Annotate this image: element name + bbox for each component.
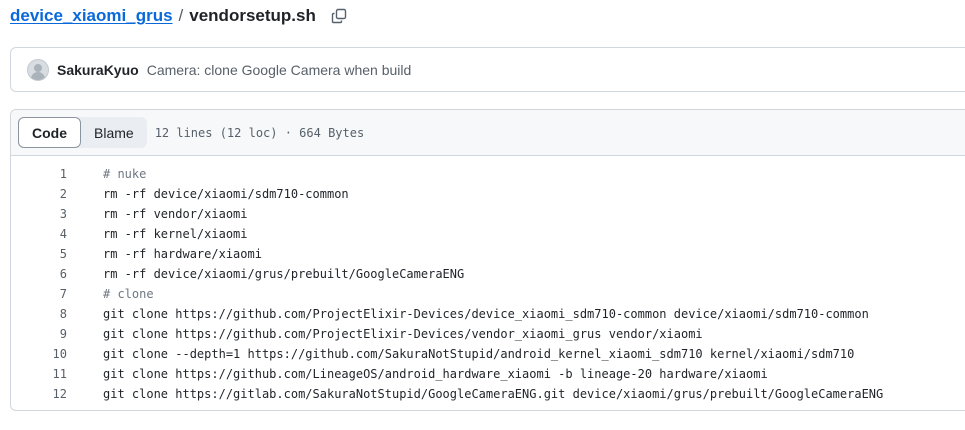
repo-link[interactable]: device_xiaomi_grus — [10, 6, 173, 26]
line-number[interactable]: 10 — [11, 347, 67, 361]
line-number[interactable]: 2 — [11, 187, 67, 201]
code-line: 3 rm -rf vendor/xiaomi — [11, 204, 965, 224]
code-line: 9 git clone https://github.com/ProjectEli… — [11, 324, 965, 344]
file-header: Code Blame 12 lines (12 loc) · 664 Bytes — [11, 110, 965, 156]
code-listing: 1 # nuke 2 rm -rf device/xiaomi/sdm710-comm… — [11, 156, 965, 404]
code-line: 8 git clone https://github.com/ProjectEli… — [11, 304, 965, 324]
line-number[interactable]: 3 — [11, 207, 67, 221]
file-viewer: Code Blame 12 lines (12 loc) · 664 Bytes… — [10, 109, 965, 411]
line-content: rm -rf vendor/xiaomi — [103, 207, 248, 221]
view-toggle: Code Blame — [18, 117, 147, 148]
line-content: rm -rf kernel/xiaomi — [103, 227, 248, 241]
line-content: rm -rf device/xiaomi/grus/prebuilt/Googl… — [103, 267, 465, 281]
code-line: 4 rm -rf kernel/xiaomi — [11, 224, 965, 244]
code-line: 12 git clone https://gitlab.com/SakuraNot… — [11, 384, 965, 404]
line-number[interactable]: 1 — [11, 167, 67, 181]
breadcrumb-separator: / — [178, 6, 184, 25]
line-content: git clone --depth=1 https://github.com/S… — [103, 347, 855, 361]
line-number[interactable]: 9 — [11, 327, 67, 341]
line-content: # nuke — [103, 167, 147, 181]
line-number[interactable]: 12 — [11, 387, 67, 401]
tab-code[interactable]: Code — [18, 117, 81, 148]
tab-blame[interactable]: Blame — [81, 117, 147, 148]
code-line: 11 git clone https://github.com/LineageOS… — [11, 364, 965, 384]
line-content: # clone — [103, 287, 154, 301]
breadcrumb: device_xiaomi_grus / vendorsetup.sh — [10, 3, 350, 29]
latest-commit: SakuraKyuo Camera: clone Google Camera w… — [10, 47, 965, 92]
line-number[interactable]: 7 — [11, 287, 67, 301]
line-content: rm -rf device/xiaomi/sdm710-common — [103, 187, 349, 201]
line-content: git clone https://gitlab.com/SakuraNotSt… — [103, 387, 884, 401]
line-content: git clone https://github.com/ProjectElix… — [103, 327, 703, 341]
code-line: 7 # clone — [11, 284, 965, 304]
line-number[interactable]: 5 — [11, 247, 67, 261]
copy-path-button[interactable] — [328, 5, 350, 27]
line-content: git clone https://github.com/ProjectElix… — [103, 307, 869, 321]
line-content: git clone https://github.com/LineageOS/a… — [103, 367, 768, 381]
file-info: 12 lines (12 loc) · 664 Bytes — [154, 125, 365, 140]
code-line: 2 rm -rf device/xiaomi/sdm710-common — [11, 184, 965, 204]
commit-message[interactable]: Camera: clone Google Camera when build — [147, 62, 412, 78]
line-number[interactable]: 6 — [11, 267, 67, 281]
code-line: 6 rm -rf device/xiaomi/grus/prebuilt/Goog… — [11, 264, 965, 284]
code-line: 5 rm -rf hardware/xiaomi — [11, 244, 965, 264]
copy-icon — [331, 8, 347, 24]
file-name: vendorsetup.sh — [189, 6, 316, 25]
line-number[interactable]: 11 — [11, 367, 67, 381]
line-content: rm -rf hardware/xiaomi — [103, 247, 262, 261]
code-line: 1 # nuke — [11, 164, 965, 184]
line-number[interactable]: 8 — [11, 307, 67, 321]
commit-author[interactable]: SakuraKyuo — [57, 62, 139, 78]
code-line: 10 git clone --depth=1 https://github.com… — [11, 344, 965, 364]
avatar[interactable] — [27, 58, 49, 81]
line-number[interactable]: 4 — [11, 227, 67, 241]
